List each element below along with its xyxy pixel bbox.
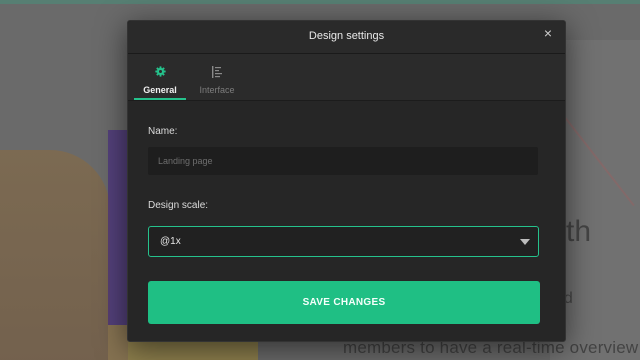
- design-settings-modal: Design settings × General Interface Name…: [127, 20, 566, 342]
- name-input[interactable]: [148, 147, 538, 175]
- selected-scale: @1x: [160, 236, 181, 247]
- design-scale-label: Design scale:: [148, 200, 209, 211]
- active-tab-indicator: [134, 98, 186, 100]
- gear-icon: [134, 66, 186, 77]
- close-icon: ×: [543, 25, 553, 41]
- tab-label: General: [143, 85, 177, 95]
- background-card: [0, 150, 110, 360]
- chevron-down-icon: [520, 239, 530, 245]
- align-left-icon: [191, 66, 243, 78]
- name-label: Name:: [148, 126, 178, 137]
- tab-label: Interface: [199, 85, 235, 95]
- design-scale-select[interactable]: @1x: [148, 226, 539, 257]
- close-button[interactable]: ×: [539, 24, 557, 42]
- modal-header: Design settings ×: [128, 21, 565, 54]
- save-changes-button[interactable]: SAVE CHANGES: [148, 281, 540, 324]
- tab-interface[interactable]: Interface: [191, 54, 243, 99]
- tab-general[interactable]: General: [134, 54, 186, 100]
- modal-title: Design settings: [308, 30, 385, 42]
- tab-bar: General Interface: [128, 54, 565, 101]
- background-heading: th: [566, 215, 592, 248]
- background-topbar: [0, 0, 640, 4]
